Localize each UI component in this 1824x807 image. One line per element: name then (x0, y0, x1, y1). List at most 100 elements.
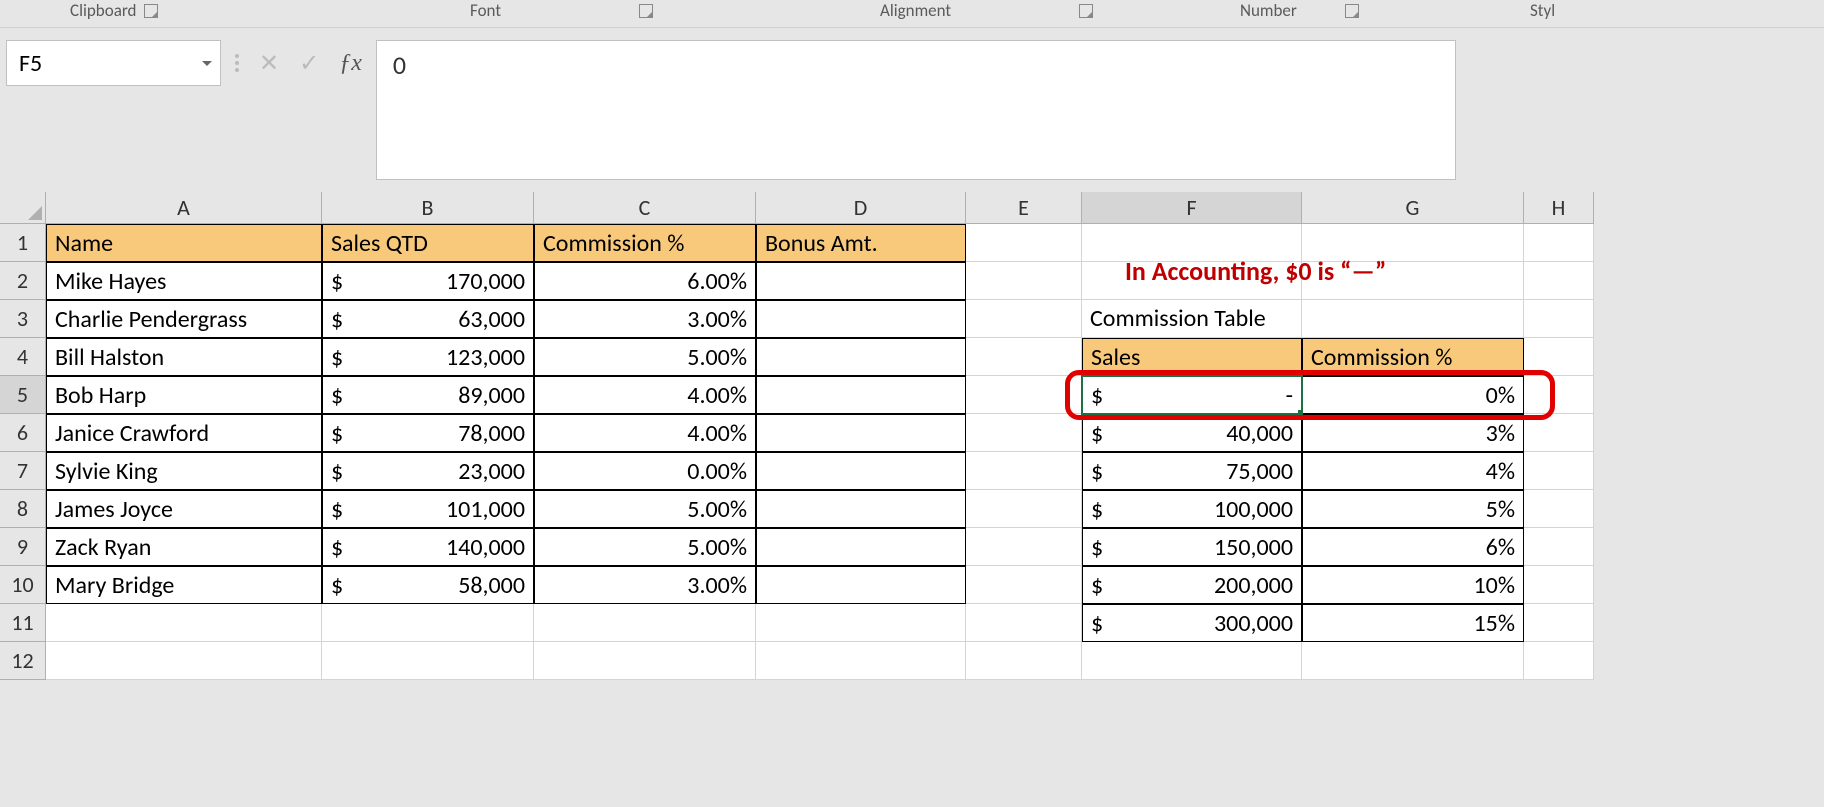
cell-e4[interactable] (966, 338, 1082, 376)
cell-c3[interactable]: 3.00% (534, 300, 756, 338)
cell-a4[interactable]: Bill Halston (46, 338, 322, 376)
cell-a2[interactable]: Mike Hayes (46, 262, 322, 300)
row-header-2[interactable]: 2 (0, 262, 46, 300)
cell-d3[interactable] (756, 300, 966, 338)
cell-e1[interactable] (966, 224, 1082, 262)
cell-f7[interactable]: $75,000 (1082, 452, 1302, 490)
col-header-a[interactable]: A (46, 192, 322, 224)
cell-c6[interactable]: 4.00% (534, 414, 756, 452)
alignment-dialog-launcher-icon[interactable] (1079, 4, 1093, 18)
number-dialog-launcher-icon[interactable] (1345, 4, 1359, 18)
cell-h9[interactable] (1524, 528, 1594, 566)
cell-h2[interactable] (1524, 262, 1594, 300)
cell-a1[interactable]: Name (46, 224, 322, 262)
cell-c2[interactable]: 6.00% (534, 262, 756, 300)
cell-f9[interactable]: $150,000 (1082, 528, 1302, 566)
col-header-b[interactable]: B (322, 192, 534, 224)
cell-c5[interactable]: 4.00% (534, 376, 756, 414)
cell-g10[interactable]: 10% (1302, 566, 1524, 604)
cell-a9[interactable]: Zack Ryan (46, 528, 322, 566)
cell-f10[interactable]: $200,000 (1082, 566, 1302, 604)
cell-d9[interactable] (756, 528, 966, 566)
row-header-8[interactable]: 8 (0, 490, 46, 528)
cell-g5[interactable]: 0% (1302, 376, 1524, 414)
cell-b7[interactable]: $23,000 (322, 452, 534, 490)
col-header-d[interactable]: D (756, 192, 966, 224)
cell-f4[interactable]: Sales (1082, 338, 1302, 376)
cell-d7[interactable] (756, 452, 966, 490)
cell-b4[interactable]: $123,000 (322, 338, 534, 376)
cell-f5[interactable]: $- (1082, 376, 1302, 414)
cell-d1[interactable]: Bonus Amt. (756, 224, 966, 262)
cell-c11[interactable] (534, 604, 756, 642)
cell-h8[interactable] (1524, 490, 1594, 528)
col-header-f[interactable]: F (1082, 192, 1302, 224)
cell-h7[interactable] (1524, 452, 1594, 490)
cell-g4[interactable]: Commission % (1302, 338, 1524, 376)
cell-f3[interactable]: Commission Table (1082, 300, 1302, 338)
row-header-12[interactable]: 12 (0, 642, 46, 680)
cell-a10[interactable]: Mary Bridge (46, 566, 322, 604)
cell-a8[interactable]: James Joyce (46, 490, 322, 528)
cell-d11[interactable] (756, 604, 966, 642)
cell-c10[interactable]: 3.00% (534, 566, 756, 604)
cell-d10[interactable] (756, 566, 966, 604)
cell-c8[interactable]: 5.00% (534, 490, 756, 528)
row-header-9[interactable]: 9 (0, 528, 46, 566)
cell-f6[interactable]: $40,000 (1082, 414, 1302, 452)
cell-d2[interactable] (756, 262, 966, 300)
cell-h10[interactable] (1524, 566, 1594, 604)
col-header-g[interactable]: G (1302, 192, 1524, 224)
cell-e11[interactable] (966, 604, 1082, 642)
cell-h3[interactable] (1524, 300, 1594, 338)
cell-f12[interactable] (1082, 642, 1302, 680)
cell-e3[interactable] (966, 300, 1082, 338)
cell-b8[interactable]: $101,000 (322, 490, 534, 528)
cell-h6[interactable] (1524, 414, 1594, 452)
cell-b5[interactable]: $89,000 (322, 376, 534, 414)
clipboard-dialog-launcher-icon[interactable] (144, 4, 158, 18)
cell-e12[interactable] (966, 642, 1082, 680)
formula-input[interactable]: 0 (376, 40, 1456, 180)
row-header-11[interactable]: 11 (0, 604, 46, 642)
cell-b3[interactable]: $63,000 (322, 300, 534, 338)
cell-e10[interactable] (966, 566, 1082, 604)
cell-b11[interactable] (322, 604, 534, 642)
cell-b9[interactable]: $140,000 (322, 528, 534, 566)
col-header-h[interactable]: H (1524, 192, 1594, 224)
col-header-c[interactable]: C (534, 192, 756, 224)
row-header-1[interactable]: 1 (0, 224, 46, 262)
cell-a7[interactable]: Sylvie King (46, 452, 322, 490)
cell-c7[interactable]: 0.00% (534, 452, 756, 490)
cell-a12[interactable] (46, 642, 322, 680)
cell-e5[interactable] (966, 376, 1082, 414)
cell-g11[interactable]: 15% (1302, 604, 1524, 642)
cell-d4[interactable] (756, 338, 966, 376)
fx-icon[interactable]: ƒx (339, 50, 362, 77)
row-header-4[interactable]: 4 (0, 338, 46, 376)
cell-e7[interactable] (966, 452, 1082, 490)
cell-h12[interactable] (1524, 642, 1594, 680)
cell-c12[interactable] (534, 642, 756, 680)
row-header-7[interactable]: 7 (0, 452, 46, 490)
cell-g9[interactable]: 6% (1302, 528, 1524, 566)
cell-g8[interactable]: 5% (1302, 490, 1524, 528)
row-header-5[interactable]: 5 (0, 376, 46, 414)
cell-f11[interactable]: $300,000 (1082, 604, 1302, 642)
cell-d5[interactable] (756, 376, 966, 414)
cell-b12[interactable] (322, 642, 534, 680)
chevron-down-icon[interactable] (202, 61, 212, 66)
cell-b2[interactable]: $170,000 (322, 262, 534, 300)
cell-b1[interactable]: Sales QTD (322, 224, 534, 262)
cell-h4[interactable] (1524, 338, 1594, 376)
cell-b10[interactable]: $58,000 (322, 566, 534, 604)
cell-h11[interactable] (1524, 604, 1594, 642)
cell-h1[interactable] (1524, 224, 1594, 262)
cell-f8[interactable]: $100,000 (1082, 490, 1302, 528)
cell-g12[interactable] (1302, 642, 1524, 680)
cell-a11[interactable] (46, 604, 322, 642)
cell-d6[interactable] (756, 414, 966, 452)
cell-c4[interactable]: 5.00% (534, 338, 756, 376)
cell-g7[interactable]: 4% (1302, 452, 1524, 490)
row-header-6[interactable]: 6 (0, 414, 46, 452)
